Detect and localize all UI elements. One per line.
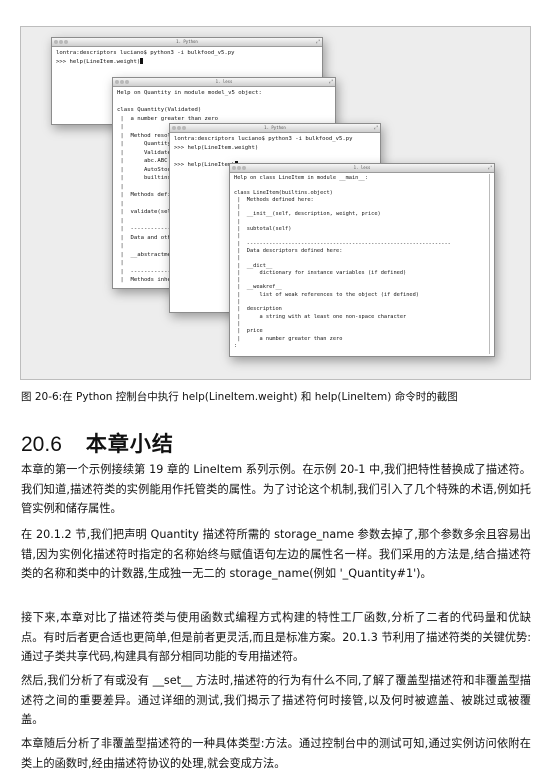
scrollbar[interactable] xyxy=(489,174,492,354)
zoom-dot-icon[interactable] xyxy=(182,126,186,130)
section-number: 20.6 xyxy=(21,433,62,456)
help-output-text: Help on class LineItem in module __main_… xyxy=(230,173,494,352)
terminal-window-less-lineitem[interactable]: 1. less ⤢ Help on class LineItem in modu… xyxy=(229,163,495,357)
terminal-line: | xyxy=(117,200,124,207)
window-titlebar[interactable]: 1. Python ⤢ xyxy=(170,124,380,133)
zoom-dot-icon[interactable] xyxy=(125,80,129,84)
window-titlebar[interactable]: 1. less ⤢ xyxy=(230,164,494,173)
terminal-line: | price xyxy=(234,328,263,335)
terminal-line: | Data and othe xyxy=(117,234,175,241)
close-dot-icon[interactable] xyxy=(54,40,58,44)
terminal-line: | xyxy=(117,243,124,249)
screenshot-figure: 1. Python ⤢ lontra:descriptors luciano$ … xyxy=(20,26,531,380)
terminal-line: | xyxy=(234,299,241,306)
paragraph: 在 20.1.2 节,我们把声明 Quantity 描述符所需的 storage… xyxy=(21,528,531,580)
terminal-line: | xyxy=(234,277,241,284)
resize-icon[interactable]: ⤢ xyxy=(329,79,333,85)
terminal-line: | Methods inhe xyxy=(117,277,171,283)
terminal-line: class LineItem(builtins.object) xyxy=(234,189,333,196)
paragraph: 本章随后分析了非覆盖型描述符的一种具体类型:方法。通过控制台中的测试可知,通过实… xyxy=(21,737,531,770)
resize-icon[interactable]: ⤢ xyxy=(316,39,320,45)
terminal-line: class Quantity(Validated) xyxy=(117,107,202,113)
minimize-dot-icon[interactable] xyxy=(120,80,124,84)
terminal-line: | xyxy=(117,124,124,130)
resize-icon[interactable]: ⤢ xyxy=(488,165,492,171)
section-title: 本章小结 xyxy=(85,432,174,456)
terminal-line: | Method resol xyxy=(117,132,171,139)
window-title: 1. Python xyxy=(176,39,198,44)
terminal-line: | --------------------------------------… xyxy=(234,240,451,247)
close-dot-icon[interactable] xyxy=(172,126,176,130)
figure-caption: 图 20-6:在 Python 控制台中执行 help(LineItem.wei… xyxy=(21,391,458,403)
terminal-line: | xyxy=(234,233,241,240)
terminal-line: | __abstractme xyxy=(117,251,171,258)
terminal-line: | Validate xyxy=(117,149,171,156)
section-heading: 20.6 本章小结 xyxy=(21,428,174,458)
minimize-dot-icon[interactable] xyxy=(237,166,241,170)
terminal-line: Help on class LineItem in module __main_… xyxy=(234,175,368,181)
terminal-line: | Methods defi xyxy=(117,192,171,198)
terminal-line: | Methods defined here: xyxy=(234,196,314,203)
minimize-dot-icon[interactable] xyxy=(177,126,181,130)
paragraph: 本章的第一个示例接续第 19 章的 LineItem 系列示例。在示例 20-1… xyxy=(21,463,531,515)
close-dot-icon[interactable] xyxy=(232,166,236,170)
terminal-line: | abc.ABC xyxy=(117,158,168,164)
window-title: 1. Python xyxy=(264,125,286,130)
window-title: 1. less xyxy=(353,165,371,170)
terminal-line: | validate(sel xyxy=(117,209,171,215)
terminal-line: | ------------ xyxy=(117,226,171,232)
terminal-line: Help on Quantity in module model_v5 obje… xyxy=(117,90,262,96)
terminal-line: | a number greater than zero xyxy=(117,115,219,122)
terminal-line: | a string with at least one non-space c… xyxy=(234,313,407,320)
close-dot-icon[interactable] xyxy=(115,80,119,84)
terminal-line: | Data descriptors defined here: xyxy=(234,247,343,254)
terminal-line: | subtotal(self) xyxy=(234,226,292,233)
terminal-line: | ------------ xyxy=(117,268,171,275)
window-titlebar[interactable]: 1. Python ⤢ xyxy=(52,38,322,47)
terminal-line: | xyxy=(117,260,124,266)
terminal-line: | builtins xyxy=(117,175,171,181)
minimize-dot-icon[interactable] xyxy=(59,40,63,44)
terminal-line: | xyxy=(117,183,124,190)
terminal-line: | AutoStor xyxy=(117,166,171,173)
terminal-line: | description xyxy=(234,306,282,313)
resize-icon[interactable]: ⤢ xyxy=(374,125,378,131)
terminal-line: | xyxy=(234,218,241,225)
terminal-line: | __init__(self, description, weight, pr… xyxy=(234,211,381,218)
zoom-dot-icon[interactable] xyxy=(242,166,246,170)
terminal-line: | list of weak references to the object … xyxy=(234,291,419,298)
zoom-dot-icon[interactable] xyxy=(64,40,68,44)
terminal-line: | dictionary for instance variables (if … xyxy=(234,269,407,276)
paragraph: 然后,我们分析了有或没有 __set__ 方法时,描述符的行为有什么不同,了解了… xyxy=(21,674,531,726)
terminal-line: | xyxy=(234,320,241,327)
paragraph: 接下来,本章对比了描述符类与使用函数式编程方式构建的特性工厂函数,分析了二者的代… xyxy=(21,611,531,663)
window-title: 1. less xyxy=(215,79,233,84)
terminal-line: | __dict__ xyxy=(234,262,273,269)
terminal-line: | xyxy=(234,255,241,262)
terminal-text: lontra:descriptors luciano$ python3 -i b… xyxy=(56,50,235,65)
terminal-line: : xyxy=(234,342,238,349)
terminal-line: | __weakref__ xyxy=(234,284,282,291)
terminal-line: | xyxy=(117,217,124,224)
terminal-line: | Quantity xyxy=(117,141,171,147)
window-titlebar[interactable]: 1. less ⤢ xyxy=(113,78,335,87)
terminal-line: | xyxy=(234,204,241,211)
terminal-line: | a number greater than zero xyxy=(234,335,343,342)
cursor-icon xyxy=(140,57,144,64)
